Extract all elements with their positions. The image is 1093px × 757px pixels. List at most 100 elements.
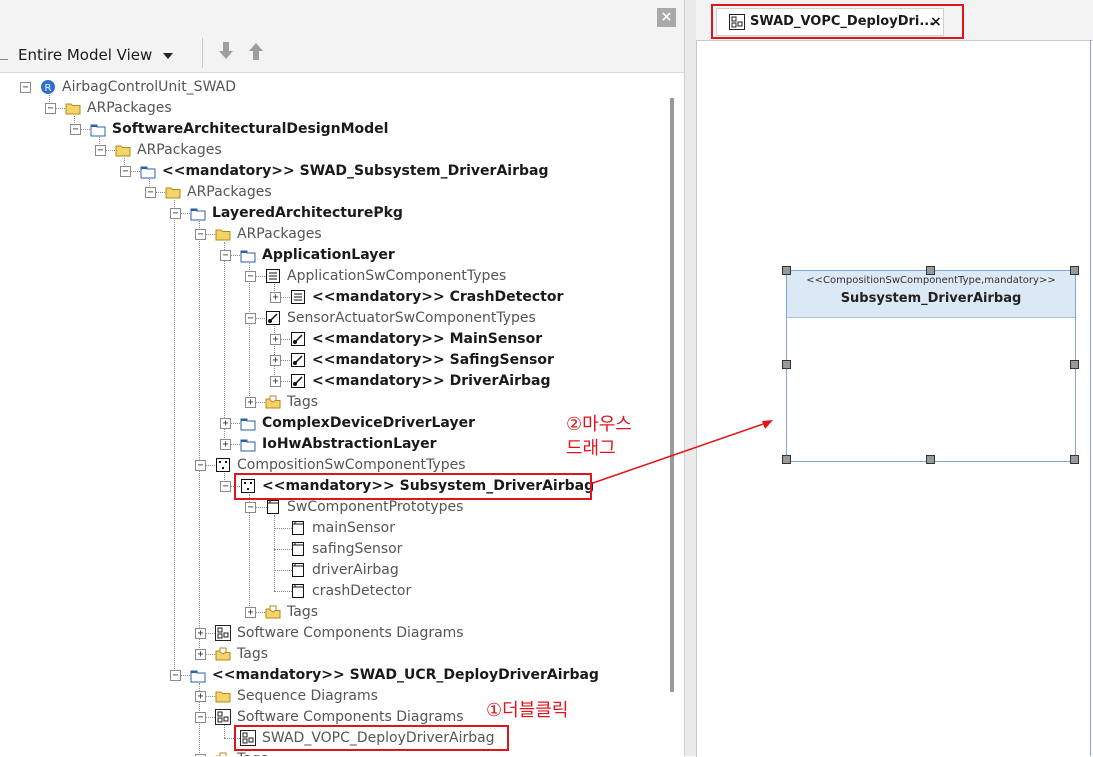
resize-handle-ne[interactable] xyxy=(1070,266,1079,275)
sensor-actuator-icon xyxy=(266,311,280,325)
resize-handle-w[interactable] xyxy=(782,360,791,369)
tree-item-label: SensorActuatorSwComponentTypes xyxy=(287,310,536,326)
resize-handle-e[interactable] xyxy=(1070,360,1079,369)
resize-handle-nw[interactable] xyxy=(782,266,791,275)
tree-expander[interactable]: − xyxy=(45,103,56,114)
tree-item[interactable]: − SoftwareArchitecturalDesignModel xyxy=(0,119,660,140)
tree-item[interactable]: + <<mandatory>> SafingSensor xyxy=(0,350,660,371)
tree-item-label: Software Components Diagrams xyxy=(237,625,464,641)
tree-item[interactable]: + Tags xyxy=(0,644,660,665)
tree-item-label: ComplexDeviceDriverLayer xyxy=(262,415,475,431)
tree-item-label: <<mandatory>> MainSensor xyxy=(312,331,543,347)
close-panel-button[interactable]: × xyxy=(657,8,676,27)
tree-expander[interactable]: − xyxy=(245,313,256,324)
tree-item[interactable]: + Software Components Diagrams xyxy=(0,623,660,644)
tree-item[interactable]: + Tags xyxy=(0,392,660,413)
scrollbar-thumb[interactable] xyxy=(670,98,674,692)
tree-item[interactable]: − SwComponentPrototypes xyxy=(0,497,660,518)
composition-component-shape[interactable]: <<CompositionSwComponentType,mandatory>>… xyxy=(786,270,1076,462)
tree-item[interactable]: − ARPackages xyxy=(0,140,660,161)
tree-expander[interactable]: + xyxy=(195,649,206,660)
resize-handle-n[interactable] xyxy=(926,266,935,275)
model-icon: R xyxy=(41,80,55,94)
package-icon xyxy=(240,250,256,263)
arrow-down-icon[interactable] xyxy=(216,40,236,62)
tree-item[interactable]: − SensorActuatorSwComponentTypes xyxy=(0,308,660,329)
tree-item[interactable]: − ARPackages xyxy=(0,182,660,203)
tree-expander[interactable]: + xyxy=(195,691,206,702)
tree-item[interactable]: − ApplicationLayer xyxy=(0,245,660,266)
component-name: Subsystem_DriverAirbag xyxy=(840,291,1022,306)
tree-expander[interactable]: + xyxy=(220,439,231,450)
tree-expander[interactable]: − xyxy=(195,229,206,240)
tree-scrollbar[interactable] xyxy=(662,74,682,756)
tree-item-label: <<mandatory>> CrashDetector xyxy=(312,289,564,305)
folder-icon xyxy=(165,187,181,199)
tree-expander[interactable]: − xyxy=(170,670,181,681)
tree-item[interactable]: + <<mandatory>> CrashDetector xyxy=(0,287,660,308)
tree-expander[interactable]: − xyxy=(170,208,181,219)
tree-expander[interactable]: − xyxy=(145,187,156,198)
tree-item[interactable]: − R AirbagControlUnit_SWAD xyxy=(0,77,660,98)
tree-item[interactable]: − ARPackages xyxy=(0,224,660,245)
highlight-composition-item xyxy=(234,473,592,500)
tree-item-label: LayeredArchitecturePkg xyxy=(212,205,403,221)
tree-item[interactable]: safingSensor xyxy=(0,539,660,560)
tree-expander[interactable]: − xyxy=(220,250,231,261)
tree-item[interactable]: + Tags xyxy=(0,602,660,623)
tree-item[interactable]: − <<mandatory>> SWAD_UCR_DeployDriverAirb… xyxy=(0,665,660,686)
model-explorer-panel: × Entire Model View − R AirbagControlUnit_… xyxy=(0,0,684,756)
tree-item[interactable]: − ARPackages xyxy=(0,98,660,119)
tree-item[interactable]: driverAirbag xyxy=(0,560,660,581)
tree-expander[interactable]: + xyxy=(270,376,281,387)
tree-expander[interactable]: − xyxy=(245,271,256,282)
tree-item[interactable]: + ComplexDeviceDriverLayer xyxy=(0,413,660,434)
tree-expander[interactable]: − xyxy=(245,502,256,513)
chevron-down-icon[interactable] xyxy=(163,53,173,59)
tree-expander[interactable]: + xyxy=(195,628,206,639)
tree-item-label: <<mandatory>> DriverAirbag xyxy=(312,373,551,389)
tree-expander[interactable]: + xyxy=(270,334,281,345)
tree-expander[interactable]: − xyxy=(195,712,206,723)
tree-expander[interactable]: − xyxy=(220,481,231,492)
tree-expander[interactable]: − xyxy=(20,82,31,93)
tree-expander[interactable]: + xyxy=(220,418,231,429)
tree-expander[interactable]: + xyxy=(245,397,256,408)
resize-handle-sw[interactable] xyxy=(782,455,791,464)
panel-title-bar: × xyxy=(0,0,684,32)
tree-item-label: ARPackages xyxy=(187,184,272,200)
component-header: <<CompositionSwComponentType,mandatory>>… xyxy=(787,271,1075,318)
diagram-icon xyxy=(215,625,231,641)
tree-item-label: ApplicationSwComponentTypes xyxy=(287,268,507,284)
resize-handle-s[interactable] xyxy=(926,455,935,464)
tree-expander[interactable]: + xyxy=(270,355,281,366)
application-component-icon xyxy=(291,290,305,304)
tree-expander[interactable]: − xyxy=(120,166,131,177)
prototype-icon xyxy=(292,542,304,556)
tree-item[interactable]: − <<mandatory>> SWAD_Subsystem_DriverAirb… xyxy=(0,161,660,182)
tree-expander[interactable]: − xyxy=(95,145,106,156)
tag-folder-icon xyxy=(265,395,281,409)
tree-expander[interactable]: + xyxy=(270,292,281,303)
tree-item[interactable]: − ApplicationSwComponentTypes xyxy=(0,266,660,287)
tree-item[interactable]: − LayeredArchitecturePkg xyxy=(0,203,660,224)
view-select[interactable]: Entire Model View xyxy=(10,42,152,68)
resize-handle-se[interactable] xyxy=(1070,455,1079,464)
tree-item[interactable]: + <<mandatory>> DriverAirbag xyxy=(0,371,660,392)
tree-item-label: safingSensor xyxy=(312,541,403,557)
prototype-icon xyxy=(292,563,304,577)
package-icon xyxy=(90,124,106,137)
canvas-border xyxy=(1090,40,1091,756)
arrow-up-icon[interactable] xyxy=(246,40,266,62)
tree-item[interactable]: + IoHwAbstractionLayer xyxy=(0,434,660,455)
tree-expander[interactable]: − xyxy=(195,460,206,471)
tree-expander[interactable]: − xyxy=(70,124,81,135)
tree-expander[interactable]: + xyxy=(245,607,256,618)
composition-icon xyxy=(216,458,230,472)
tree-item-label: IoHwAbstractionLayer xyxy=(262,436,437,452)
tree-item-label: ApplicationLayer xyxy=(262,247,395,263)
diagram-editor: SWAD_VOPC_DeployDri... × <<CompositionSw… xyxy=(696,0,1093,757)
tree-item[interactable]: + <<mandatory>> MainSensor xyxy=(0,329,660,350)
tree-item[interactable]: crashDetector xyxy=(0,581,660,602)
tree-item[interactable]: mainSensor xyxy=(0,518,660,539)
